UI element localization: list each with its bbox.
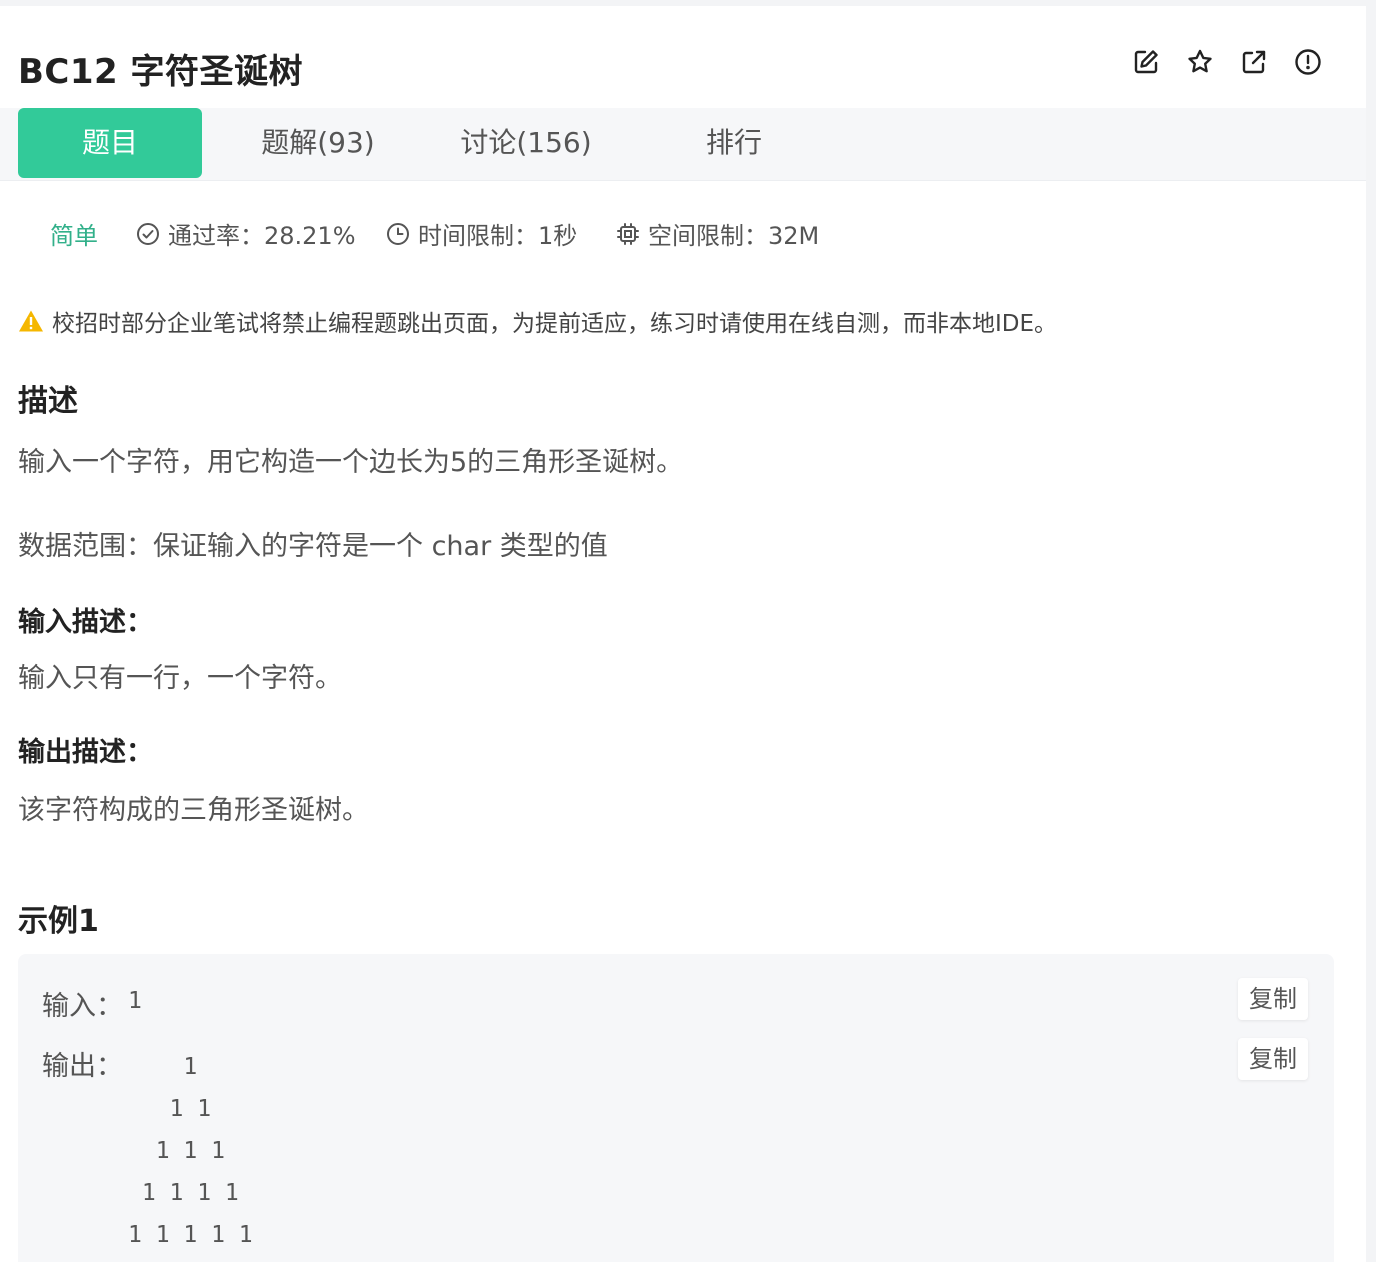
tab-ranking[interactable]: 排行 (644, 108, 824, 178)
warning-notice: 校招时部分企业笔试将禁止编程题跳出页面，为提前适应，练习时请使用在线自测，而非本… (18, 304, 1057, 338)
example-output-value: 1 1 1 1 1 1 1 1 1 1 1 1 1 1 1 (128, 1054, 253, 1248)
chip-icon (617, 222, 639, 245)
external-link-icon[interactable] (1240, 48, 1268, 76)
tab-bar: 题目 题解(93) 讨论(156) 排行 (0, 108, 1366, 181)
description-heading: 描述 (18, 384, 78, 419)
example-heading: 示例1 (18, 904, 99, 939)
description-text: 输入一个字符，用它构造一个边长为5的三角形圣诞树。 (18, 447, 684, 478)
clock-icon (387, 222, 409, 245)
warning-icon (19, 310, 43, 332)
time-limit-text: 时间限制：1秒 (418, 222, 578, 250)
input-desc-text: 输入只有一行，一个字符。 (18, 663, 342, 694)
pass-rate-text: 通过率：28.21% (168, 222, 356, 250)
input-desc-heading: 输入描述： (18, 607, 153, 638)
example-box: 输入： 1 复制 输出： 1 1 1 1 1 1 1 1 1 1 1 1 1 1… (18, 954, 1334, 1262)
check-circle-icon (137, 222, 159, 245)
time-limit: 时间限制：1秒 (386, 216, 577, 251)
example-output-label: 输出： (42, 1051, 123, 1082)
warning-text: 校招时部分企业笔试将禁止编程题跳出页面，为提前适应，练习时请使用在线自测，而非本… (52, 311, 1058, 337)
report-icon[interactable] (1294, 48, 1322, 76)
space-limit-text: 空间限制：32M (648, 222, 820, 250)
difficulty-badge: 简单 (50, 216, 98, 251)
star-icon[interactable] (1186, 48, 1214, 76)
title-actions (1132, 48, 1322, 76)
tab-problem[interactable]: 题目 (18, 108, 202, 178)
difficulty-label: 简单 (50, 222, 98, 250)
data-range-text: 数据范围：保证输入的字符是一个 char 类型的值 (18, 531, 608, 562)
space-limit: 空间限制：32M (616, 216, 819, 251)
example-input-value: 1 (128, 988, 142, 1014)
output-desc-text: 该字符构成的三角形圣诞树。 (18, 795, 369, 826)
example-input-label: 输入： (42, 991, 123, 1022)
edit-icon[interactable] (1132, 48, 1160, 76)
tab-discussion[interactable]: 讨论(156) (436, 108, 616, 178)
output-desc-heading: 输出描述： (18, 737, 153, 768)
tab-solutions[interactable]: 题解(93) (228, 108, 408, 178)
problem-title: BC12 字符圣诞树 (18, 52, 304, 92)
pass-rate: 通过率：28.21% (136, 216, 356, 251)
copy-input-button[interactable]: 复制 (1238, 978, 1308, 1020)
copy-output-button[interactable]: 复制 (1238, 1038, 1308, 1080)
problem-panel: BC12 字符圣诞树 题目 题解(93) 讨论(156) 排行 简单 通过率：2… (0, 6, 1366, 1262)
